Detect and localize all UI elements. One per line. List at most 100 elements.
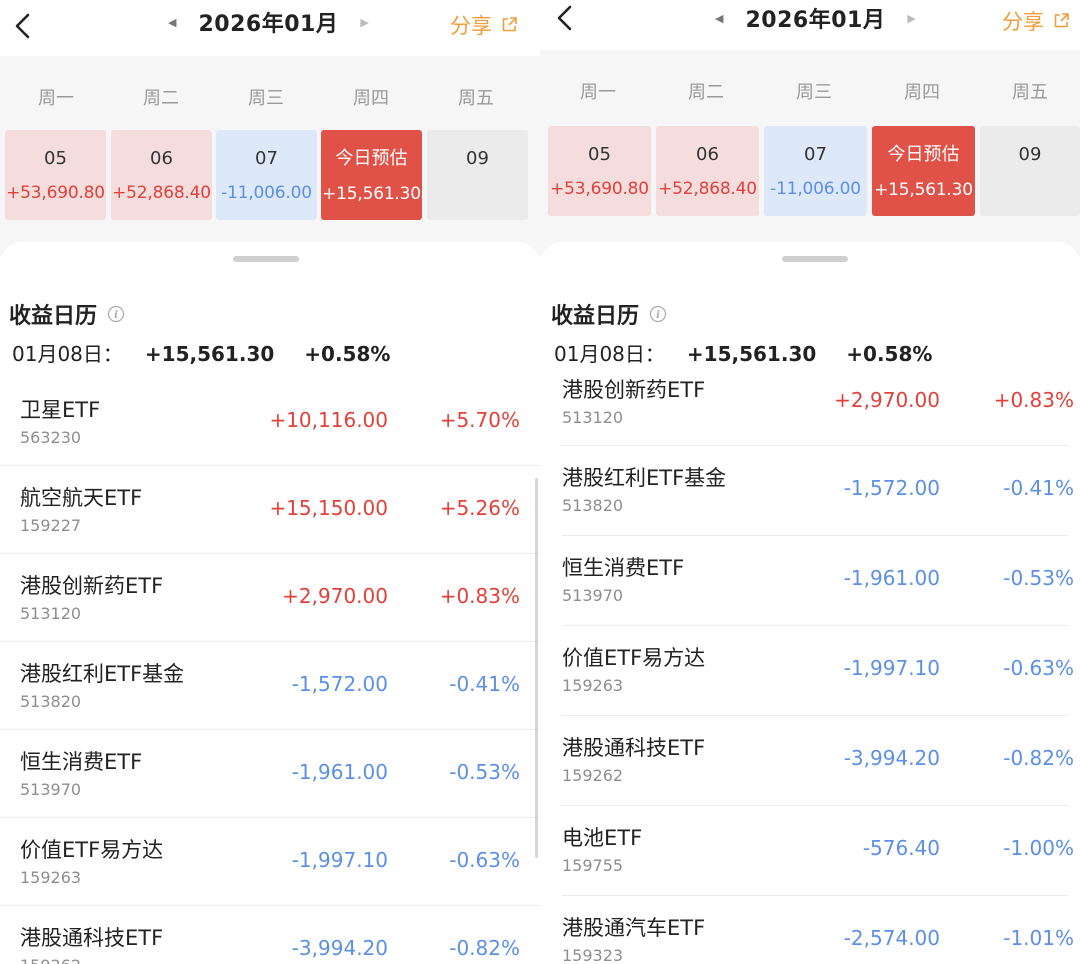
fund-list: 卫星ETF 563230 +10,116.00 +5.70% 航空航天ETF 1… <box>0 378 540 964</box>
calendar-week: 周一 周二 周三 周四 周五 05 +53,690.80 06 +52,868.… <box>0 56 540 256</box>
fund-row[interactable]: 港股通汽车ETF 159323 -2,574.00 -1.01% <box>540 896 1080 964</box>
month-title: 2026年01月 <box>198 12 339 37</box>
fund-name: 港股红利ETF基金 <box>20 662 185 686</box>
fund-amount: -1,997.10 <box>843 656 940 680</box>
fund-row[interactable]: 恒生消费ETF 513970 -1,961.00 -0.53% <box>0 730 540 818</box>
weekday-mon: 周一 <box>38 88 74 109</box>
day-cell-today[interactable]: 今日预估 +15,561.30 <box>872 126 975 216</box>
fund-percent: -1.01% <box>1003 926 1074 950</box>
fund-code: 513970 <box>20 780 82 799</box>
day-cell-06[interactable]: 06 +52,868.40 <box>111 130 212 220</box>
fund-percent: +5.70% <box>439 408 520 432</box>
top-bar: ◀ 2026年01月 ▶ 分享 <box>0 0 540 56</box>
fund-percent: -0.63% <box>1003 656 1074 680</box>
share-external-icon <box>1054 13 1069 28</box>
day-cell-today[interactable]: 今日预估 +15,561.30 <box>321 130 422 220</box>
next-month-icon[interactable]: ▶ <box>907 12 915 25</box>
fund-name: 电池ETF <box>562 826 643 850</box>
day-cell-05[interactable]: 05 +53,690.80 <box>5 130 106 220</box>
fund-row[interactable]: 港股通科技ETF 159262 -3,994.20 -0.82% <box>0 906 540 964</box>
fund-amount: +2,970.00 <box>834 388 940 412</box>
fund-row[interactable]: 价值ETF易方达 159263 -1,997.10 -0.63% <box>0 818 540 906</box>
day-cell-07[interactable]: 07 -11,006.00 <box>764 126 867 216</box>
fund-name: 港股创新药ETF <box>562 378 706 402</box>
sheet-drag-handle[interactable] <box>782 256 848 262</box>
fund-row[interactable]: 卫星ETF 563230 +10,116.00 +5.70% <box>0 378 540 466</box>
fund-name: 港股创新药ETF <box>20 574 164 598</box>
day-cell-09[interactable]: 09 <box>427 130 528 220</box>
fund-code: 159323 <box>562 946 624 964</box>
fund-row[interactable]: 电池ETF 159755 -576.40 -1.00% <box>540 806 1080 896</box>
fund-code: 159263 <box>20 868 82 887</box>
day-number: 06 <box>696 144 719 165</box>
month-navigator: ◀ 2026年01月 ▶ <box>168 6 369 38</box>
month-navigator: ◀ 2026年01月 ▶ <box>715 2 916 34</box>
prev-month-icon[interactable]: ◀ <box>168 16 176 29</box>
fund-row[interactable]: 港股通科技ETF 159262 -3,994.20 -0.82% <box>540 716 1080 806</box>
weekday-wed: 周三 <box>248 88 284 109</box>
fund-row[interactable]: 恒生消费ETF 513970 -1,961.00 -0.53% <box>540 536 1080 626</box>
fund-amount: -3,994.20 <box>291 936 388 960</box>
fund-row[interactable]: 价值ETF易方达 159263 -1,997.10 -0.63% <box>540 626 1080 716</box>
day-number: 09 <box>1018 144 1042 165</box>
fund-row[interactable]: 港股创新药ETF 513120 +2,970.00 +0.83% <box>540 374 1080 446</box>
fund-name: 恒生消费ETF <box>20 750 143 774</box>
fund-amount: -576.40 <box>862 836 940 860</box>
summary-date: 01月08日： <box>554 342 665 366</box>
weekday-thu: 周四 <box>904 82 940 103</box>
day-number: 07 <box>255 148 278 169</box>
fund-percent: +5.26% <box>439 496 520 520</box>
day-profit: +53,690.80 <box>550 179 649 199</box>
fund-percent: -0.53% <box>449 760 520 784</box>
fund-code: 563230 <box>20 428 82 447</box>
day-cell-06[interactable]: 06 +52,868.40 <box>656 126 759 216</box>
back-arrow-icon[interactable] <box>552 2 580 34</box>
day-cell-09[interactable]: 09 <box>980 126 1080 216</box>
fund-percent: -1.00% <box>1003 836 1074 860</box>
fund-percent: -0.53% <box>1003 566 1074 590</box>
day-number: 05 <box>44 148 67 169</box>
share-external-icon <box>502 17 517 32</box>
fund-amount: -1,572.00 <box>291 672 388 696</box>
fund-code: 159262 <box>20 956 81 964</box>
fund-row[interactable]: 航空航天ETF 159227 +15,150.00 +5.26% <box>0 466 540 554</box>
fund-row[interactable]: 港股创新药ETF 513120 +2,970.00 +0.83% <box>0 554 540 642</box>
info-icon[interactable]: i <box>649 305 667 323</box>
svg-text:i: i <box>114 310 118 321</box>
fund-list: 港股创新药ETF 513120 +2,970.00 +0.83% 港股红利ETF… <box>540 374 1080 964</box>
fund-name: 价值ETF易方达 <box>20 838 164 862</box>
fund-percent: -0.63% <box>449 848 520 872</box>
fund-row[interactable]: 港股红利ETF基金 513820 -1,572.00 -0.41% <box>540 446 1080 536</box>
day-cell-05[interactable]: 05 +53,690.80 <box>548 126 651 216</box>
fund-name: 港股通科技ETF <box>562 736 706 760</box>
prev-month-icon[interactable]: ◀ <box>715 12 723 25</box>
sheet-drag-handle[interactable] <box>233 256 299 262</box>
fund-amount: -1,997.10 <box>291 848 388 872</box>
share-button[interactable]: 分享 <box>450 10 518 40</box>
screenshot-panel-left: ◀ 2026年01月 ▶ 分享 周一 周二 周三 周四 周五 05 +53,69… <box>0 0 540 964</box>
list-scrollbar[interactable] <box>535 478 538 858</box>
fund-code: 513120 <box>562 408 624 427</box>
next-month-icon[interactable]: ▶ <box>360 16 368 29</box>
weekday-thu: 周四 <box>353 88 389 109</box>
day-label-today: 今日预估 <box>335 148 408 169</box>
fund-name: 价值ETF易方达 <box>562 646 706 670</box>
weekday-tue: 周二 <box>143 88 179 109</box>
fund-percent: -0.82% <box>449 936 520 960</box>
fund-code: 159263 <box>562 676 624 695</box>
fund-percent: +0.83% <box>439 584 520 608</box>
weekday-wed: 周三 <box>796 82 832 103</box>
share-button[interactable]: 分享 <box>1002 6 1070 36</box>
summary-amount: +15,561.30 <box>144 342 275 366</box>
summary-percent: +0.58% <box>846 342 933 366</box>
day-profit: +15,561.30 <box>874 180 973 200</box>
back-arrow-icon[interactable] <box>10 10 38 42</box>
day-cell-07[interactable]: 07 -11,006.00 <box>216 130 317 220</box>
fund-row[interactable]: 港股红利ETF基金 513820 -1,572.00 -0.41% <box>0 642 540 730</box>
info-icon[interactable]: i <box>107 305 125 323</box>
fund-amount: -2,574.00 <box>843 926 940 950</box>
fund-percent: -0.41% <box>449 672 520 696</box>
summary-percent: +0.58% <box>304 342 391 366</box>
screenshot-panel-right: ◀ 2026年01月 ▶ 分享 周一 周二 周三 周四 周五 05 +53,69… <box>540 0 1080 964</box>
fund-amount: -3,994.20 <box>843 746 940 770</box>
